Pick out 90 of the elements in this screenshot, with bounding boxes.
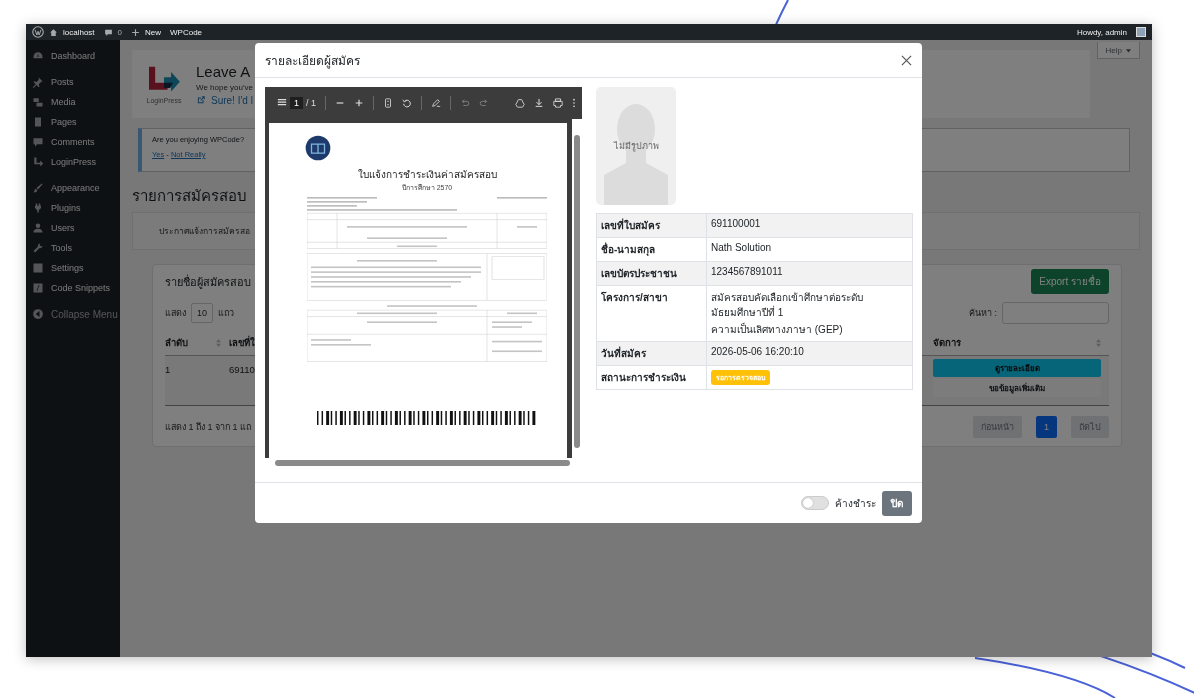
- banner-title: Leave A: [196, 62, 252, 80]
- field-label: โครงการ/สาขา: [601, 292, 668, 303]
- new-link[interactable]: New: [145, 27, 162, 37]
- view-details-button[interactable]: ดูรายละเอียด: [933, 359, 1101, 377]
- menu-item[interactable]: Posts: [51, 77, 74, 87]
- field-label: เลขที่ใบสมัคร: [601, 220, 660, 231]
- announcement-text: ประกาศแจ้งการสมัครสอ: [159, 225, 250, 238]
- school-emblem-icon: [305, 135, 331, 161]
- collapse-menu-link[interactable]: Collapse Menu: [51, 308, 118, 320]
- field-label: วันที่สมัคร: [601, 348, 646, 359]
- home-icon: [49, 27, 58, 37]
- site-link[interactable]: localhost: [63, 27, 95, 37]
- page-button[interactable]: 1: [1036, 416, 1057, 438]
- field-label: เลขบัตรประชาชน: [601, 268, 677, 279]
- wordpress-logo-icon[interactable]: [32, 26, 44, 38]
- show-label: แสดง: [165, 307, 186, 320]
- page-number-field[interactable]: 1: [290, 97, 303, 109]
- page-count: / 1: [306, 98, 317, 108]
- field-value: 2026-05-06 16:20:10: [711, 346, 804, 357]
- download-icon[interactable]: [534, 98, 544, 108]
- menu-item[interactable]: Plugins: [51, 203, 81, 213]
- caret-icon: [1126, 47, 1131, 53]
- menu-item[interactable]: Code Snippets: [51, 283, 111, 293]
- user-icon: [32, 222, 44, 234]
- help-tab[interactable]: Help: [1096, 42, 1140, 59]
- rows-label: แถว: [218, 307, 234, 320]
- page-size-select[interactable]: 10: [191, 303, 213, 323]
- menu-item[interactable]: Comments: [51, 137, 95, 147]
- toggle-label: ค้างชำระ: [835, 496, 876, 511]
- menu-item[interactable]: Settings: [51, 263, 84, 273]
- table-cell: 1: [165, 364, 171, 375]
- menu-item[interactable]: Media: [51, 97, 76, 107]
- search-field[interactable]: [1002, 302, 1109, 324]
- review-link[interactable]: Sure! I'd l: [211, 94, 253, 106]
- banner-text: We hope you've: [196, 82, 253, 92]
- field-value: สมัครสอบคัดเลือกเข้าศึกษาต่อระดับมัธยมศึกษาปีที่ 1: [711, 291, 864, 320]
- close-button[interactable]: ปิด: [882, 490, 912, 516]
- document-heading: ใบแจ้งการชำระเงินค่าสมัครสอบ: [357, 168, 497, 182]
- brush-icon: [32, 182, 44, 194]
- column-header[interactable]: ลำดับ: [165, 335, 188, 350]
- unpaid-toggle[interactable]: [801, 496, 829, 510]
- plug-icon: [32, 202, 44, 214]
- menu-item[interactable]: Pages: [51, 117, 77, 127]
- undo-icon[interactable]: [460, 98, 471, 108]
- pen-icon[interactable]: [431, 98, 442, 108]
- next-button[interactable]: ถัดไป: [1071, 416, 1109, 438]
- photo-caption: ไม่มีรูปภาพ: [613, 140, 659, 153]
- wrench-icon: [32, 242, 44, 254]
- field-label: ชื่อ-นามสกุล: [601, 244, 656, 255]
- close-icon[interactable]: [901, 54, 912, 66]
- page-title: รายการสมัครสอบ: [132, 186, 247, 206]
- collapse-icon: [32, 308, 44, 320]
- code-icon: [32, 282, 44, 294]
- field-value: ความเป็นเลิศทางภาษา (GEP): [711, 322, 843, 337]
- table-cell: 69110: [229, 364, 255, 375]
- menu-item[interactable]: Users: [51, 223, 75, 233]
- field-value: Nath Solution: [711, 242, 772, 253]
- table-info: แสดง 1 ถึง 1 จาก 1 แถ: [165, 421, 252, 434]
- wpcode-link[interactable]: WPCode: [170, 27, 203, 37]
- field-value: 691100001: [711, 218, 761, 229]
- print-icon[interactable]: [553, 98, 563, 108]
- pushpin-icon: [32, 76, 44, 88]
- field-value: 1234567891011: [711, 266, 783, 277]
- menu-icon[interactable]: [277, 98, 287, 108]
- column-header[interactable]: เลขที่ใ: [229, 335, 255, 350]
- card-title: รายชื่อผู้สมัครสอบ: [165, 273, 251, 291]
- request-info-button[interactable]: ขอข้อมูลเพิ่มเติม: [933, 379, 1101, 397]
- zoom-in-icon[interactable]: [354, 98, 365, 108]
- media-icon: [32, 96, 44, 108]
- pages-icon: [32, 116, 44, 128]
- search-label: ค้นหา :: [969, 307, 997, 320]
- comment-count: 0: [117, 27, 123, 37]
- menu-item[interactable]: Dashboard: [51, 51, 96, 61]
- export-button[interactable]: Export รายชื่อ: [1031, 269, 1109, 294]
- menu-item[interactable]: Appearance: [51, 183, 100, 193]
- menu-item[interactable]: Tools: [51, 243, 72, 253]
- rotate-icon[interactable]: [402, 98, 413, 108]
- column-header[interactable]: จัดการ: [933, 335, 961, 350]
- speech-bubble-icon[interactable]: [103, 27, 113, 37]
- speech-bubble-icon: [32, 136, 44, 148]
- arrow-icon: [32, 156, 44, 168]
- field-label: สถานะการชำระเงิน: [601, 372, 686, 383]
- menu-item[interactable]: LoginPress: [51, 157, 97, 167]
- redo-icon[interactable]: [479, 98, 490, 108]
- external-link-icon: [196, 95, 206, 105]
- greeting-link[interactable]: Howdy, admin: [1076, 27, 1127, 37]
- more-icon[interactable]: [572, 98, 576, 108]
- fit-page-icon[interactable]: [383, 98, 394, 108]
- modal-title: รายละเอียดผู้สมัคร: [265, 52, 360, 70]
- plus-icon[interactable]: [131, 27, 141, 37]
